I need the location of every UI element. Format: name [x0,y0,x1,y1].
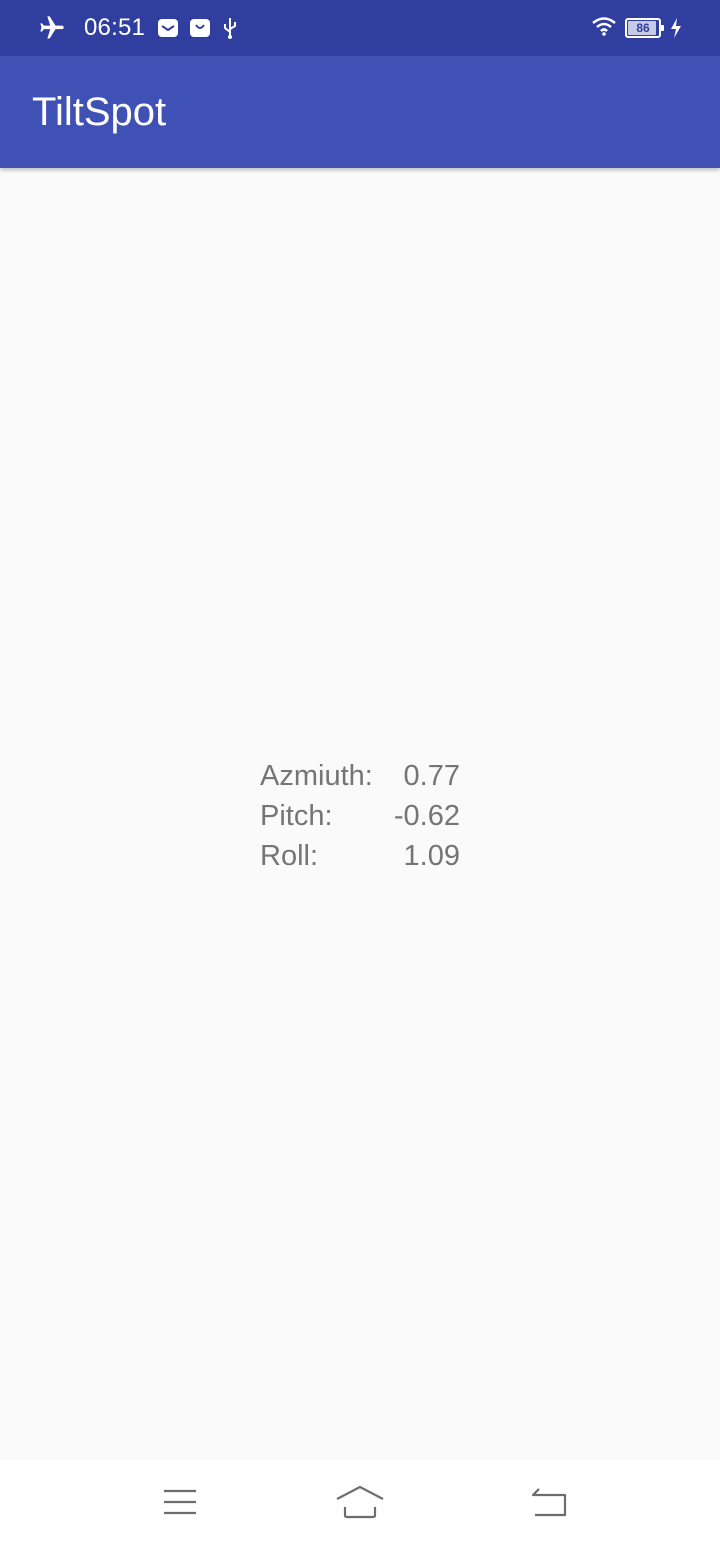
pitch-label: Pitch: [260,800,333,832]
back-button[interactable] [510,1460,590,1544]
status-bar: 06:51 86 [0,0,720,56]
roll-label: Roll: [260,840,319,872]
mail-notification-icon [157,17,179,39]
azimuth-row: Azmiuth: 0.77 [260,756,460,796]
status-bar-left: 06:51 [38,0,249,56]
status-bar-right: 86 [591,0,682,56]
app-title: TiltSpot [32,90,167,134]
menu-button[interactable] [140,1460,220,1544]
menu-icon [164,1489,196,1515]
charging-icon [670,18,682,38]
sensor-readouts: Azmiuth: 0.77 Pitch: -0.62 Roll: 1.09 [260,756,460,876]
battery-level: 86 [636,21,650,35]
roll-value: 1.09 [403,840,460,872]
usb-icon [221,16,239,40]
home-icon [336,1485,384,1519]
store-notification-icon [189,17,211,39]
roll-row: Roll: 1.09 [260,836,460,876]
airplane-mode-icon [38,14,66,42]
back-icon [531,1488,567,1517]
wifi-icon [591,16,617,41]
status-time: 06:51 [84,14,146,41]
pitch-value: -0.62 [393,800,460,832]
app-bar: TiltSpot [0,56,720,168]
battery-icon: 86 [625,18,664,38]
pitch-row: Pitch: -0.62 [260,796,460,836]
azimuth-value: 0.77 [403,760,460,792]
navigation-bar [0,1460,720,1544]
azimuth-label: Azmiuth: [260,760,373,792]
home-button[interactable] [320,1460,400,1544]
